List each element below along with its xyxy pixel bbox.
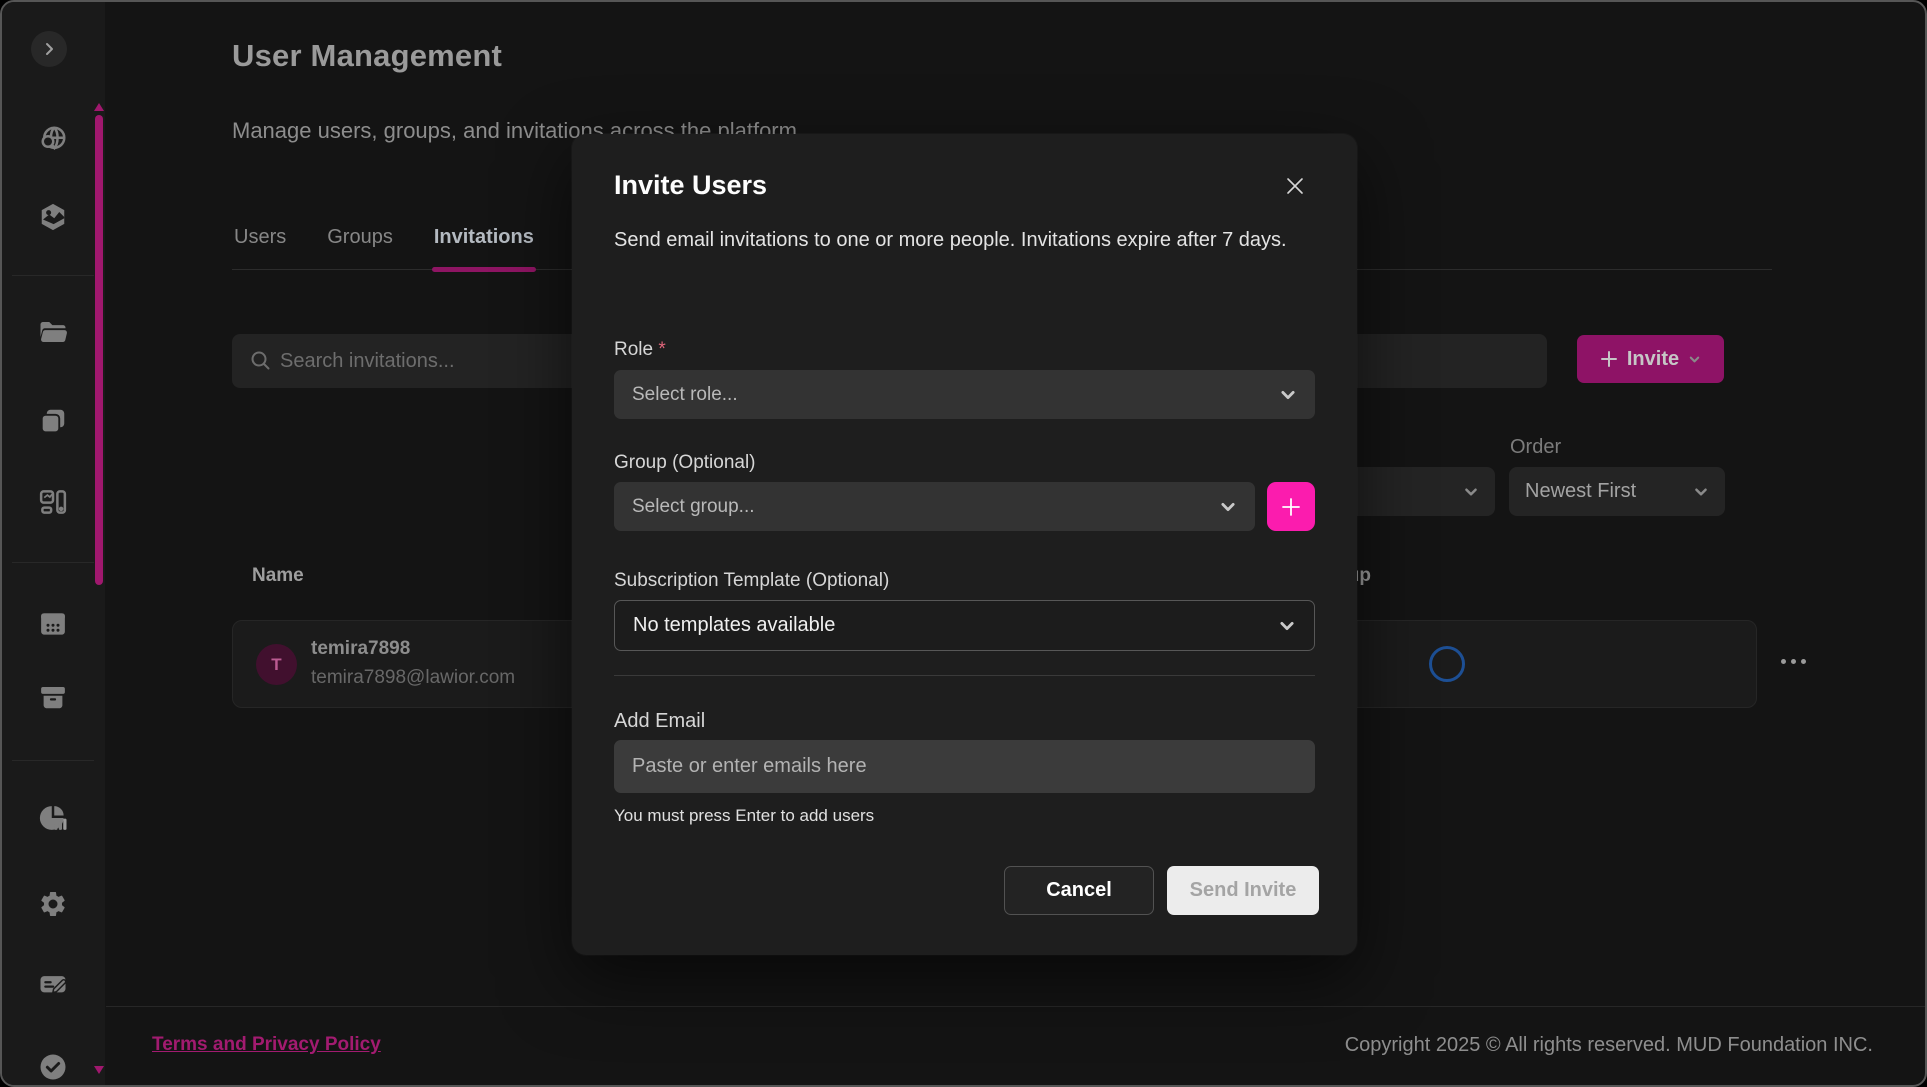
role-select[interactable]: Select role... [614,370,1315,419]
sidebar-item-boards[interactable] [34,483,72,521]
chevron-down-icon [1279,386,1297,404]
sidebar-item-approvals[interactable] [34,1048,72,1086]
avatar: T [256,644,297,685]
gear-icon [38,889,68,919]
modal-title: Invite Users [614,170,767,201]
sidebar-divider [12,562,94,563]
chevron-down-icon [1219,498,1237,516]
dashboard-layout-icon [38,487,68,517]
add-group-button[interactable] [1267,482,1315,531]
tab-users[interactable]: Users [232,224,288,269]
folder-icon [38,317,68,347]
email-helper-text: You must press Enter to add users [614,806,874,826]
sidebar-divider [12,275,94,276]
invite-button[interactable]: Invite [1577,335,1724,383]
role-select-placeholder: Select role... [632,384,738,406]
required-asterisk: * [658,339,665,360]
row-email: temira7898@lawior.com [311,667,515,689]
page-title: User Management [232,38,502,74]
role-label: Role * [614,339,666,361]
app-window: User Management Manage users, groups, an… [0,0,1927,1087]
plus-icon [1280,496,1302,518]
terms-privacy-link[interactable]: Terms and Privacy Policy [152,1034,381,1056]
invite-users-modal: Invite Users Send email invitations to o… [572,134,1357,955]
modal-close-button[interactable] [1281,172,1309,200]
chevron-down-icon [1688,353,1701,366]
sidebar-divider [12,760,94,761]
check-circle-icon [38,1052,68,1082]
order-select[interactable]: Newest First [1509,467,1725,516]
close-icon [1284,175,1306,197]
card-edit-icon [38,968,68,998]
modal-divider [614,675,1315,676]
order-label: Order [1510,436,1561,459]
sidebar-item-analytics[interactable] [34,799,72,837]
sidebar-item-explore[interactable] [34,120,72,158]
footer-divider [106,1006,1925,1007]
sidebar-scroll-down-arrow[interactable] [94,1066,104,1074]
sidebar-item-collections[interactable] [34,402,72,440]
sidebar-item-archive[interactable] [34,678,72,716]
invite-button-label: Invite [1627,348,1679,371]
send-invite-button[interactable]: Send Invite [1167,866,1319,915]
cancel-button[interactable]: Cancel [1004,866,1154,915]
sidebar-item-assets[interactable] [34,198,72,236]
order-select-value: Newest First [1525,480,1636,503]
template-select-value: No templates available [633,614,835,637]
email-input[interactable] [614,740,1315,793]
sidebar-expand-button[interactable] [31,31,67,67]
row-actions-menu[interactable] [1781,659,1806,664]
cube-image-icon [38,202,68,232]
tab-invitations[interactable]: Invitations [432,224,536,269]
modal-actions: Cancel Send Invite [1004,866,1319,915]
sidebar-item-settings[interactable] [34,885,72,923]
sidebar-item-files[interactable] [34,313,72,351]
calendar-icon [38,609,68,639]
template-label: Subscription Template (Optional) [614,570,889,592]
pie-chart-bars-icon [38,803,68,833]
template-select[interactable]: No templates available [614,600,1315,651]
copyright-text: Copyright 2025 © All rights reserved. MU… [1345,1034,1873,1057]
group-select[interactable]: Select group... [614,482,1255,531]
sidebar-item-subscriptions[interactable] [34,964,72,1002]
sidebar-scrollbar-thumb[interactable] [95,115,103,585]
row-username: temira7898 [311,638,410,660]
sidebar-scroll-up-arrow[interactable] [94,103,104,111]
sidebar [2,2,105,1085]
column-header-name: Name [252,565,304,587]
chevron-down-icon [1693,484,1709,500]
chevron-down-icon [1278,617,1296,635]
copy-layers-icon [38,406,68,436]
chevron-down-icon [1463,484,1479,500]
sidebar-item-calendar[interactable] [34,605,72,643]
plus-icon [1600,350,1618,368]
ellipsis-icon [1781,659,1786,664]
tab-groups[interactable]: Groups [325,224,395,269]
chevron-right-icon [41,41,57,57]
status-ring-icon [1429,646,1465,682]
archive-box-icon [38,682,68,712]
group-select-placeholder: Select group... [632,496,755,518]
globe-search-icon [38,124,68,154]
add-email-label: Add Email [614,710,705,733]
group-label: Group (Optional) [614,452,756,474]
modal-description: Send email invitations to one or more pe… [614,224,1304,257]
